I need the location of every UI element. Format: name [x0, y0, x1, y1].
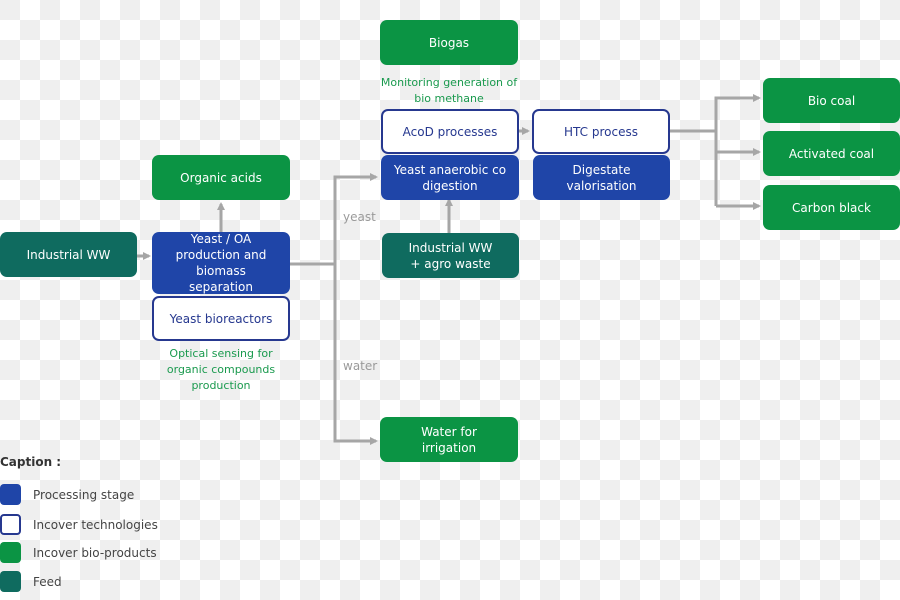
node-biogas[interactable]: Biogas — [380, 20, 518, 65]
node-industrial-ww-agro-waste[interactable]: Industrial WW + agro waste — [382, 233, 519, 278]
node-yeast-bioreactors[interactable]: Yeast bioreactors — [152, 296, 290, 341]
legend-item-bio-products: Incover bio-products — [0, 542, 157, 563]
legend-item-feed: Feed — [0, 571, 62, 592]
legend-swatch-technologies — [0, 514, 21, 535]
legend-item-processing: Processing stage — [0, 484, 134, 505]
note-monitoring-methane: Monitoring generation of bio methane — [380, 76, 518, 105]
legend-swatch-processing — [0, 484, 21, 505]
node-yeast-oa-production[interactable]: Yeast / OA production and biomass separa… — [152, 232, 290, 294]
legend-swatch-feed — [0, 571, 21, 592]
node-industrial-ww[interactable]: Industrial WW — [0, 232, 137, 277]
node-yeast-anaerobic-digestion[interactable]: Yeast anaerobic co digestion — [381, 155, 519, 200]
flow-label-water: water — [343, 359, 378, 373]
legend-label: Feed — [33, 574, 62, 589]
node-water-for-irrigation[interactable]: Water for irrigation — [380, 417, 518, 462]
node-carbon-black[interactable]: Carbon black — [763, 185, 900, 230]
node-bio-coal[interactable]: Bio coal — [763, 78, 900, 123]
arrow-water-branch — [333, 264, 378, 445]
legend-item-technologies: Incover technologies — [0, 514, 158, 535]
note-optical-sensing: Optical sensing for organic compounds pr… — [166, 347, 276, 392]
node-htc-process[interactable]: HTC process — [532, 109, 670, 154]
node-organic-acids[interactable]: Organic acids — [152, 155, 290, 200]
legend-label: Incover bio-products — [33, 545, 157, 560]
legend-swatch-bio-products — [0, 542, 21, 563]
node-digestate-valorisation[interactable]: Digestate valorisation — [533, 155, 670, 200]
legend-label: Processing stage — [33, 487, 135, 502]
flow-label-yeast: yeast — [343, 210, 376, 224]
node-acod-processes[interactable]: AcoD processes — [381, 109, 519, 154]
legend-title: Caption : — [0, 455, 62, 469]
node-activated-coal[interactable]: Activated coal — [763, 131, 900, 176]
legend-label: Incover technologies — [33, 517, 158, 532]
